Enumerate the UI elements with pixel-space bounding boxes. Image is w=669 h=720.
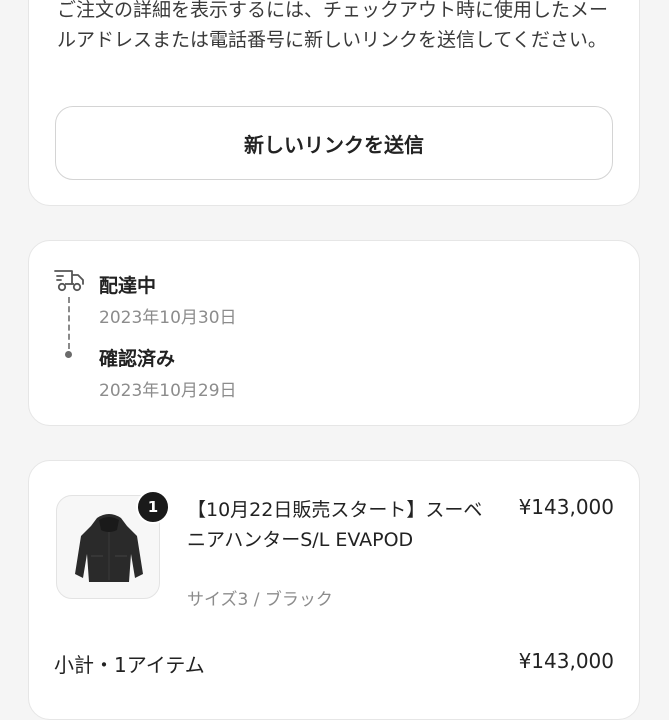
subtotal-value: ¥143,000 bbox=[518, 649, 614, 673]
quantity-badge: 1 bbox=[136, 490, 170, 524]
product-variant: サイズ3 / ブラック bbox=[187, 590, 333, 610]
link-instructions-text: ご注文の詳細を表示するには、チェックアウト時に使用したメールアドレスまたは電話番… bbox=[57, 0, 609, 51]
send-new-link-button[interactable]: 新しいリンクを送信 bbox=[55, 106, 613, 180]
send-link-card: ご注文の詳細を表示するには、チェックアウト時に使用したメールアドレスまたは電話番… bbox=[28, 0, 640, 206]
product-price: ¥143,000 bbox=[518, 495, 614, 519]
status-date-in-delivery: 2023年10月30日 bbox=[99, 308, 237, 328]
status-date-confirmed: 2023年10月29日 bbox=[99, 381, 237, 401]
subtotal-label: 小計・1アイテム bbox=[54, 653, 205, 677]
timeline-connector bbox=[68, 297, 70, 349]
product-name: 【10月22日販売スタート】スーベニアハンターS/L EVAPOD bbox=[187, 499, 483, 551]
delivery-truck-icon bbox=[54, 270, 84, 292]
status-title-in-delivery: 配達中 bbox=[99, 275, 157, 297]
timeline-dot bbox=[65, 351, 72, 358]
order-summary-card: 1 【10月22日販売スタート】スーベニアハンターS/L EVAPOD サイズ3… bbox=[28, 460, 640, 720]
status-title-confirmed: 確認済み bbox=[99, 348, 176, 370]
delivery-status-card: 配達中 2023年10月30日 確認済み 2023年10月29日 bbox=[28, 240, 640, 426]
